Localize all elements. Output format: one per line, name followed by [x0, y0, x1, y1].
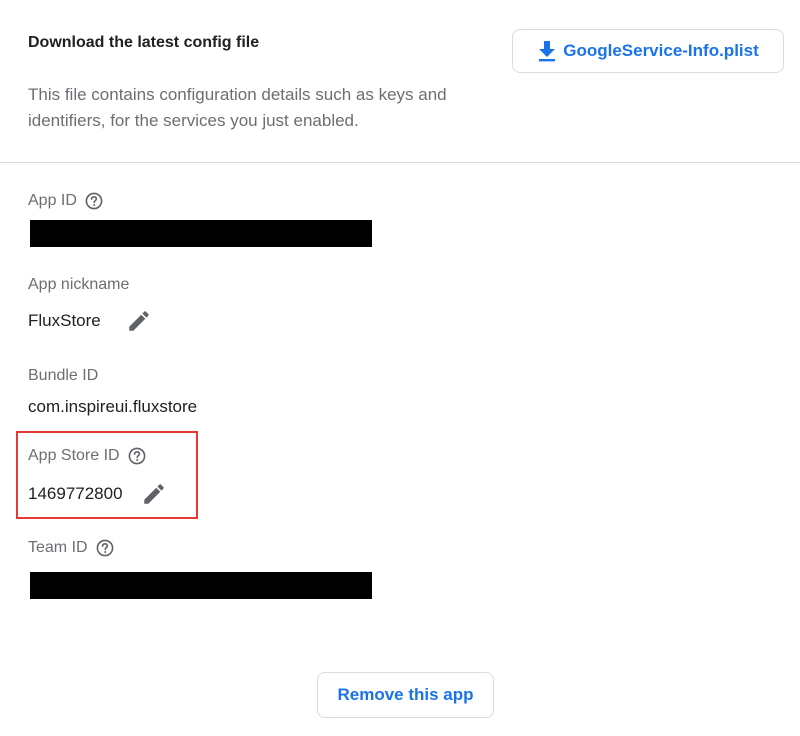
- app-store-id-label: App Store ID: [28, 447, 146, 465]
- bundle-id-label: Bundle ID: [28, 367, 98, 385]
- help-icon[interactable]: [85, 192, 103, 210]
- download-config-button[interactable]: GoogleService-Info.plist: [512, 29, 784, 73]
- download-icon: [537, 40, 557, 62]
- download-button-label: GoogleService-Info.plist: [563, 41, 759, 60]
- app-id-label: App ID: [28, 192, 103, 210]
- remove-app-button[interactable]: Remove this app: [317, 672, 494, 718]
- app-id-value-redacted: [30, 220, 372, 247]
- bundle-id-label-text: Bundle ID: [28, 367, 99, 384]
- app-store-id-value: 1469772800: [28, 484, 123, 503]
- help-icon[interactable]: [96, 539, 114, 557]
- app-nickname-value: FluxStore: [28, 311, 101, 330]
- app-store-id-label-text: App Store ID: [28, 447, 120, 464]
- edit-app-store-id-icon[interactable]: [141, 481, 167, 507]
- app-nickname-label: App nickname: [28, 276, 129, 294]
- section-divider: [0, 162, 800, 163]
- bundle-id-value: com.inspireui.fluxstore: [28, 397, 198, 416]
- app-id-label-text: App ID: [28, 192, 77, 209]
- highlight-box: [16, 431, 198, 519]
- team-id-label-text: Team ID: [28, 539, 88, 556]
- edit-nickname-icon[interactable]: [126, 308, 152, 334]
- team-id-value-redacted: [30, 572, 372, 599]
- team-id-label: Team ID: [28, 539, 114, 557]
- help-icon[interactable]: [128, 447, 146, 465]
- app-nickname-label-text: App nickname: [28, 276, 130, 293]
- config-description: This file contains configuration details…: [28, 85, 447, 130]
- config-title: Download the latest config file: [28, 34, 260, 51]
